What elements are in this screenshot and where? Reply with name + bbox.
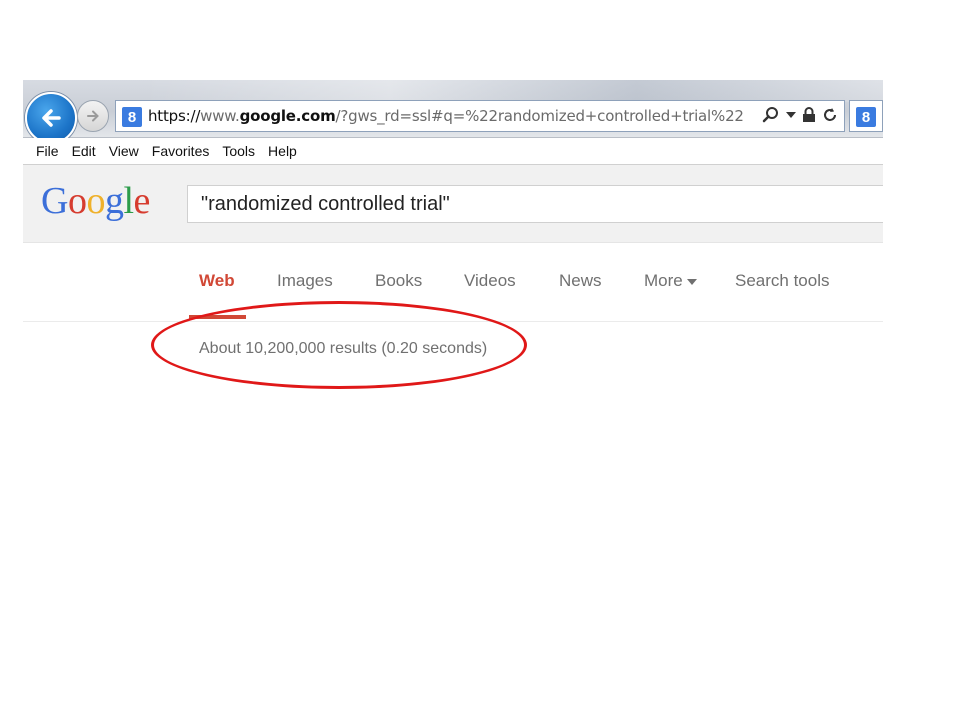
tab-books[interactable]: Books (375, 271, 422, 291)
address-url: https://www.google.com/?gws_rd=ssl#q=%22… (148, 107, 744, 125)
refresh-icon[interactable] (822, 107, 838, 123)
tab-more[interactable]: More (644, 271, 697, 291)
tab-search-tools[interactable]: Search tools (735, 271, 830, 291)
url-scheme: https:// (148, 107, 201, 125)
menu-edit[interactable]: Edit (72, 143, 96, 159)
logo-letter-o2: o (86, 180, 105, 222)
tab-videos[interactable]: Videos (464, 271, 516, 291)
tab-web[interactable]: Web (199, 271, 235, 291)
address-bar[interactable]: 8 https://www.google.com/?gws_rd=ssl#q=%… (115, 100, 845, 132)
google-tab-favicon-icon: 8 (856, 107, 876, 127)
logo-letter-e: e (133, 180, 151, 222)
menu-favorites[interactable]: Favorites (152, 143, 210, 159)
menu-view[interactable]: View (109, 143, 139, 159)
menu-tools[interactable]: Tools (222, 143, 255, 159)
logo-letter-g2: g (104, 180, 124, 222)
dropdown-caret-icon[interactable] (786, 112, 796, 118)
chevron-down-icon (686, 278, 697, 285)
search-input[interactable] (188, 186, 883, 222)
google-favicon-icon: 8 (122, 107, 142, 127)
google-header: Google (23, 165, 883, 243)
back-button[interactable] (25, 92, 77, 144)
red-ellipse-annotation (151, 301, 527, 389)
browser-toolbar: 8 https://www.google.com/?gws_rd=ssl#q=%… (23, 80, 883, 144)
back-arrow-icon (42, 109, 61, 127)
search-icon[interactable] (762, 106, 780, 124)
address-bar-icons (762, 106, 838, 124)
url-path: /?gws_rd=ssl#q=%22randomized+controlled+… (335, 107, 744, 125)
url-domain: google.com (239, 107, 336, 125)
menu-file[interactable]: File (36, 143, 59, 159)
url-domain-prefix: www. (200, 107, 240, 125)
tab-more-label: More (644, 271, 683, 290)
forward-arrow-icon (87, 110, 99, 122)
logo-letter-l: l (123, 180, 134, 222)
menu-bar: File Edit View Favorites Tools Help (23, 138, 883, 165)
lock-icon[interactable] (802, 107, 816, 123)
logo-letter-g: G (41, 180, 68, 222)
tab-news[interactable]: News (559, 271, 602, 291)
browser-tab[interactable]: 8 (849, 100, 883, 132)
tab-images[interactable]: Images (277, 271, 333, 291)
google-logo[interactable]: Google (41, 179, 150, 223)
forward-button[interactable] (77, 100, 109, 132)
menu-help[interactable]: Help (268, 143, 297, 159)
search-box[interactable] (187, 185, 883, 223)
logo-letter-o1: o (67, 180, 87, 222)
